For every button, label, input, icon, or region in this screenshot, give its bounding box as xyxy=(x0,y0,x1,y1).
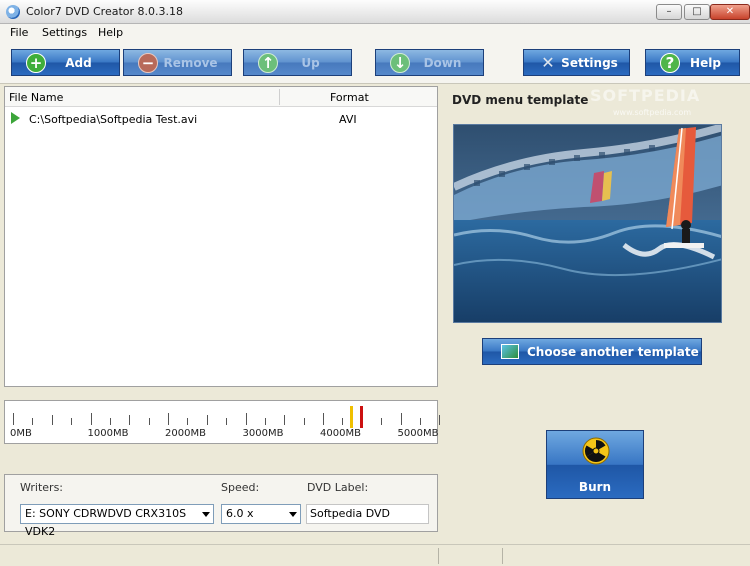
ruler-tick xyxy=(226,418,228,425)
toolbar: + Add − Remove ↑ Up ↓ Down ✕ Settings ? … xyxy=(0,42,750,117)
ruler-tick xyxy=(303,418,305,425)
maximize-button[interactable]: □ xyxy=(684,4,710,20)
column-divider[interactable] xyxy=(279,89,280,105)
ruler-tick xyxy=(419,418,421,425)
speed-select-value: 6.0 x xyxy=(226,507,254,520)
speed-label: Speed: xyxy=(221,481,260,494)
close-button[interactable]: ✕ xyxy=(710,4,750,20)
ruler-label: 3000MB xyxy=(242,428,284,439)
burn-label: Burn xyxy=(578,480,612,494)
writers-label: Writers: xyxy=(20,481,64,494)
ruler-tick xyxy=(381,418,383,425)
help-label: Help xyxy=(690,55,721,70)
chevron-down-icon xyxy=(202,512,210,517)
ruler-label: 1000MB xyxy=(87,428,129,439)
dvd-label-input[interactable]: Softpedia DVD xyxy=(306,504,429,524)
window-title: Color7 DVD Creator 8.0.3.18 xyxy=(26,5,183,18)
ruler-tick xyxy=(13,413,14,425)
ruler-tick xyxy=(342,418,344,425)
burn-button[interactable]: Burn xyxy=(546,430,644,499)
dvd-app-icon xyxy=(6,5,20,19)
column-format[interactable]: Format xyxy=(330,91,369,104)
template-preview-image xyxy=(454,125,721,322)
menu-bar: File Settings Help xyxy=(0,24,750,42)
menu-help[interactable]: Help xyxy=(98,26,123,39)
menu-settings[interactable]: Settings xyxy=(42,26,87,39)
ruler-label: 4000MB xyxy=(320,428,361,439)
minimize-button[interactable]: – xyxy=(656,4,682,20)
status-bar xyxy=(0,544,750,566)
speed-select[interactable]: 6.0 x xyxy=(221,504,301,524)
add-button[interactable]: + Add xyxy=(11,49,120,76)
settings-label: Settings xyxy=(561,55,618,70)
file-list-header: File Name Format xyxy=(5,87,437,107)
writer-select[interactable]: E: SONY CDRWDVD CRX310S VDK2 xyxy=(20,504,214,538)
status-divider xyxy=(502,548,503,564)
ruler-tick xyxy=(109,418,111,425)
disc-size-ruler: 0MB 1000MB 2000MB 3000MB 4000MB 5000MB xyxy=(4,400,441,444)
ruler-label: 2000MB xyxy=(165,428,206,439)
radiation-icon xyxy=(582,437,610,465)
ruler-tick xyxy=(187,418,189,425)
file-row[interactable]: C:\Softpedia\Softpedia Test.avi AVI xyxy=(5,111,437,129)
remove-label: Remove xyxy=(163,55,218,70)
ruler-tick xyxy=(206,415,208,425)
file-name-cell: C:\Softpedia\Softpedia Test.avi xyxy=(29,113,198,126)
writer-panel: Writers: E: SONY CDRWDVD CRX310S VDK2 Sp… xyxy=(4,474,438,538)
ruler-tick xyxy=(264,418,266,425)
ruler-tick xyxy=(168,413,169,425)
play-arrow-icon xyxy=(11,112,20,124)
ruler-tick xyxy=(32,418,34,425)
chevron-down-icon xyxy=(289,512,297,517)
file-format-cell: AVI xyxy=(339,113,357,126)
ruler-tick xyxy=(71,418,73,425)
column-file-name[interactable]: File Name xyxy=(9,91,63,104)
ruler-tick xyxy=(284,415,286,425)
ruler-tick xyxy=(323,413,324,425)
choose-template-button[interactable]: Choose another template xyxy=(482,338,702,365)
file-list-panel: File Name Format C:\Softpedia\Softpedia … xyxy=(4,86,438,387)
ruler-tick xyxy=(129,415,131,425)
ruler-label: 0MB xyxy=(10,428,32,439)
ruler-tick xyxy=(148,418,150,425)
dvd-capacity-limit-marker xyxy=(360,406,364,428)
title-bar: Color7 DVD Creator 8.0.3.18 – □ ✕ xyxy=(0,0,750,24)
choose-template-label: Choose another template xyxy=(527,345,699,359)
down-button[interactable]: ↓ Down xyxy=(375,49,484,76)
up-label: Up xyxy=(301,55,320,70)
menu-file[interactable]: File xyxy=(10,26,28,39)
softpedia-watermark-url: www.softpedia.com xyxy=(613,108,692,117)
ruler-tick xyxy=(400,413,402,425)
ruler-tick xyxy=(51,415,53,425)
remove-button[interactable]: − Remove xyxy=(123,49,232,76)
template-title: DVD menu template xyxy=(452,93,589,107)
ruler-tick xyxy=(90,413,92,425)
template-preview xyxy=(453,124,722,323)
ruler-tick xyxy=(245,413,247,425)
help-button[interactable]: ? Help xyxy=(645,49,740,76)
settings-button[interactable]: ✕ Settings xyxy=(523,49,630,76)
ruler-label: 5000MB xyxy=(397,428,439,439)
image-icon xyxy=(501,344,519,359)
up-button[interactable]: ↑ Up xyxy=(243,49,352,76)
softpedia-watermark: SOFTPEDIA xyxy=(590,86,701,105)
dvd-label-label: DVD Label: xyxy=(307,481,369,494)
writer-select-value: E: SONY CDRWDVD CRX310S VDK2 xyxy=(25,507,187,538)
add-label: Add xyxy=(65,55,92,70)
ruler-tick xyxy=(439,415,441,425)
status-divider xyxy=(438,548,439,564)
down-label: Down xyxy=(423,55,462,70)
dvd5-limit-marker xyxy=(350,406,354,428)
